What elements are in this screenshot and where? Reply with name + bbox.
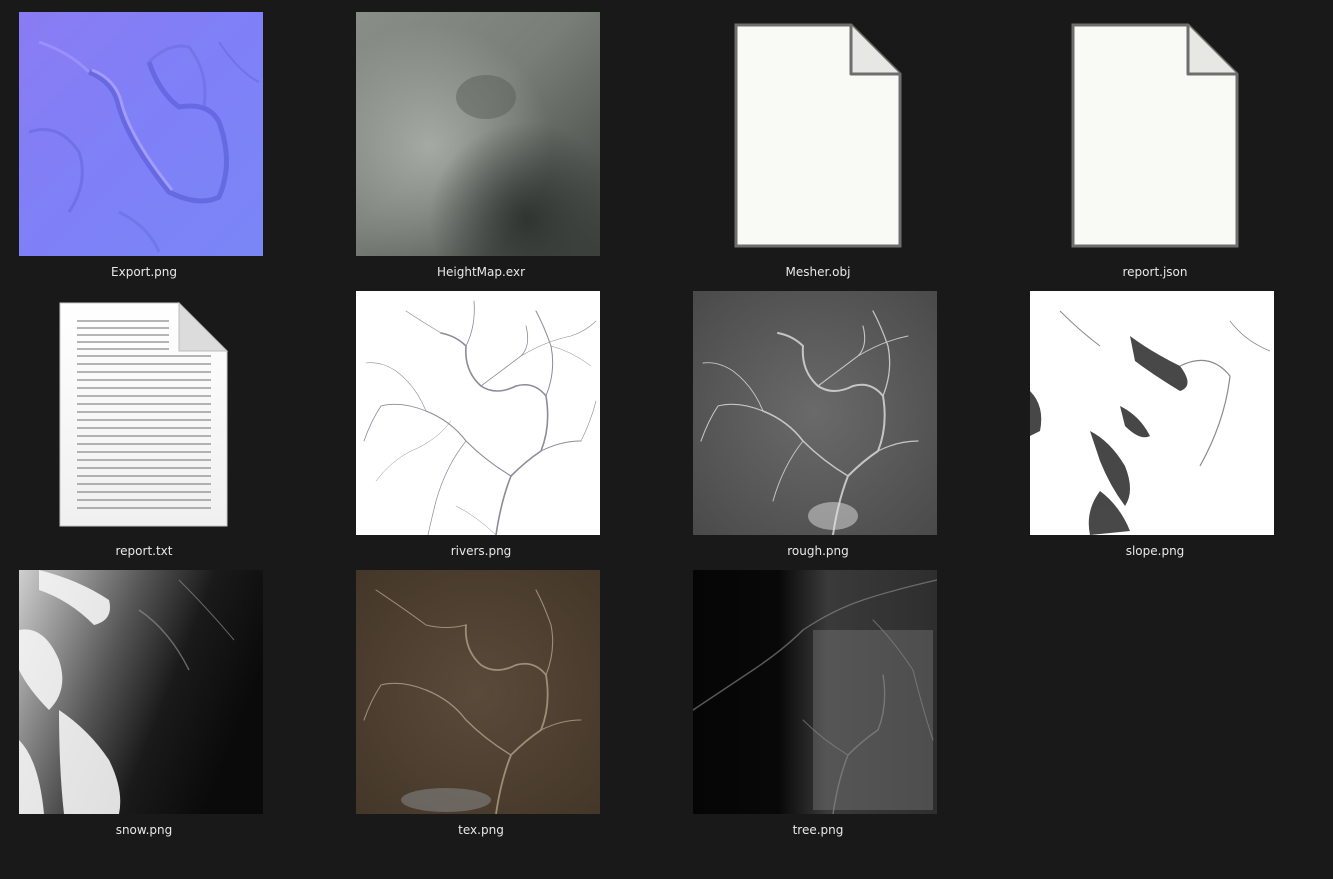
file-item-export-png[interactable]: Export.png	[0, 0, 288, 279]
roughness-thumbnail	[693, 291, 937, 535]
snow-thumbnail	[19, 570, 263, 814]
lined-text-document-icon	[19, 291, 263, 535]
file-name: report.json	[1122, 265, 1188, 279]
file-name: slope.png	[1125, 544, 1185, 558]
file-name: HeightMap.exr	[436, 265, 525, 279]
tree-thumbnail	[693, 570, 937, 814]
file-item-heightmap-exr[interactable]: HeightMap.exr	[337, 0, 625, 279]
file-item-report-json[interactable]: report.json	[1011, 0, 1299, 279]
file-item-rivers-png[interactable]: rivers.png	[337, 279, 625, 558]
file-item-rough-png[interactable]: rough.png	[674, 279, 962, 558]
file-name: snow.png	[115, 823, 173, 837]
blank-document-icon	[1030, 12, 1274, 256]
heightmap-thumbnail	[356, 12, 600, 256]
texture-thumbnail	[356, 570, 600, 814]
blank-document-icon	[693, 12, 937, 256]
file-name: Export.png	[111, 265, 177, 279]
file-name: rivers.png	[450, 544, 512, 558]
file-item-mesher-obj[interactable]: Mesher.obj	[674, 0, 962, 279]
file-item-slope-png[interactable]: slope.png	[1011, 279, 1299, 558]
file-grid: Export.png HeightMap.exr Mesher.obj repo…	[0, 0, 1333, 879]
slope-thumbnail	[1030, 291, 1274, 535]
file-name: Mesher.obj	[785, 265, 851, 279]
rivers-thumbnail	[356, 291, 600, 535]
file-name: tex.png	[458, 823, 504, 837]
file-item-report-txt[interactable]: report.txt	[0, 279, 288, 558]
file-item-snow-png[interactable]: snow.png	[0, 558, 288, 837]
file-name: rough.png	[787, 544, 849, 558]
normal-map-thumbnail	[19, 12, 263, 256]
file-name: tree.png	[792, 823, 844, 837]
file-item-tree-png[interactable]: tree.png	[674, 558, 962, 837]
file-item-tex-png[interactable]: tex.png	[337, 558, 625, 837]
file-name: report.txt	[115, 544, 173, 558]
